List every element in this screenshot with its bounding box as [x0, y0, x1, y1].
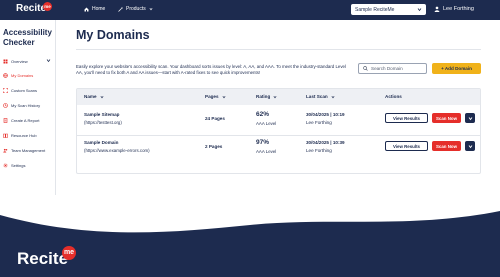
sidebar-item-my-scan-history[interactable]: My Scan History — [3, 101, 55, 109]
column-header-label: Pages — [205, 94, 219, 99]
sidebar-item-label: My Domains — [11, 72, 34, 78]
sidebar: Accessibility Checker Overview My Domain… — [0, 20, 56, 195]
rating-level: AAA Level — [256, 149, 277, 154]
column-header-name[interactable]: Name — [84, 94, 104, 99]
last-scan-user: Lee Forthing — [306, 148, 332, 153]
logo-badge: me — [43, 2, 52, 11]
chevron-down-icon — [331, 95, 335, 98]
chevron-down-icon — [100, 95, 103, 98]
logo-text: Recite — [16, 3, 47, 14]
wand-icon — [118, 6, 123, 12]
domain-name[interactable]: Sample Sitemap — [84, 112, 120, 117]
sidebar-item-create-a-report[interactable]: Create A Report — [3, 116, 55, 124]
page-title: My Domains — [76, 28, 150, 42]
recite-me-logo[interactable]: Recite me — [16, 2, 52, 14]
nav-products[interactable]: Products — [118, 6, 153, 12]
sidebar-item-label: Resource Hub — [11, 132, 37, 138]
main-content: My Domains Easily explore your website's… — [56, 20, 500, 195]
column-header-label: Rating — [256, 94, 271, 99]
chevron-down-icon — [46, 59, 51, 63]
book-icon — [3, 133, 8, 138]
pages-count: 2 Pages — [205, 144, 223, 149]
sidebar-item-my-domains[interactable]: My Domains — [3, 71, 55, 79]
table-row: Sample Domain (https://www.example-error… — [77, 135, 480, 161]
view-results-button[interactable]: View Results — [385, 141, 428, 151]
row-options-button[interactable] — [465, 141, 475, 151]
domains-table: Name Pages Rating Last Scan Actions Samp… — [76, 88, 481, 174]
chevron-down-icon — [468, 144, 472, 148]
column-header-last-scan[interactable]: Last Scan — [306, 94, 335, 99]
sidebar-item-custom-scans[interactable]: Custom Scans — [3, 86, 55, 94]
column-header-pages[interactable]: Pages — [205, 94, 226, 99]
search-placeholder: Search Domain — [371, 66, 403, 71]
chevron-down-icon — [417, 8, 422, 12]
footer-wave-background — [0, 211, 500, 277]
chevron-down-icon — [149, 8, 153, 11]
rating-value: 62% — [256, 111, 270, 118]
scan-now-button[interactable]: Scan Now — [432, 141, 461, 151]
last-scan-date: 30/04/2025 | 10:39 — [306, 140, 345, 145]
sidebar-item-team-management[interactable]: Team Management — [3, 146, 55, 154]
grid-icon — [3, 59, 8, 63]
footer: Recite me — [0, 195, 500, 277]
user-menu[interactable]: Lee Forthing — [434, 6, 474, 12]
search-icon — [363, 66, 368, 71]
domain-url: (https://www.example-errors.com) — [84, 148, 150, 153]
footer-logo-text: Recite — [17, 249, 69, 268]
column-header-actions: Actions — [385, 94, 402, 99]
user-name: Lee Forthing — [443, 6, 474, 12]
sidebar-item-resource-hub[interactable]: Resource Hub — [3, 131, 55, 139]
add-domain-button[interactable]: + Add Domain — [432, 63, 481, 74]
search-domain-input[interactable]: Search Domain — [358, 63, 427, 74]
nav-home-label: Home — [92, 6, 106, 12]
title-divider — [76, 49, 481, 50]
sidebar-item-label: Team Management — [11, 147, 46, 153]
column-header-rating[interactable]: Rating — [256, 94, 277, 99]
chevron-down-icon — [222, 95, 226, 98]
footer-logo: Recite me — [17, 246, 76, 269]
team-icon — [3, 148, 8, 152]
rating-level: AAA Level — [256, 121, 277, 126]
sidebar-item-label: Settings — [11, 162, 26, 168]
column-header-label: Name — [84, 94, 97, 99]
footer-logo-badge: me — [62, 246, 76, 260]
chevron-down-icon — [273, 95, 277, 98]
scan-icon — [3, 87, 8, 93]
column-header-label: Last Scan — [306, 94, 328, 99]
chevron-down-icon — [468, 116, 472, 120]
domain-url: (https://testtest.org) — [84, 120, 122, 125]
history-icon — [3, 102, 8, 108]
user-icon — [434, 6, 440, 12]
site-select[interactable]: Sample ReciteMe — [351, 4, 426, 15]
globe-icon — [3, 72, 8, 78]
nav-home[interactable]: Home — [84, 6, 105, 12]
last-scan-date: 30/04/2025 | 10:19 — [306, 112, 345, 117]
gear-icon — [3, 163, 8, 167]
nav-products-label: Products — [126, 6, 146, 12]
table-header: Name Pages Rating Last Scan Actions — [77, 89, 480, 105]
sidebar-item-settings[interactable]: Settings — [3, 161, 55, 169]
scan-now-button[interactable]: Scan Now — [432, 113, 461, 123]
view-results-button[interactable]: View Results — [385, 113, 428, 123]
sidebar-item-label: Create A Report — [11, 117, 40, 123]
pages-count: 24 Pages — [205, 116, 225, 121]
intro-text: Easily explore your website's accessibil… — [76, 64, 346, 76]
sidebar-item-label: Custom Scans — [11, 87, 38, 93]
report-icon — [3, 117, 8, 123]
sidebar-title: Accessibility Checker — [3, 28, 52, 47]
home-icon — [84, 7, 89, 11]
domain-name[interactable]: Sample Domain — [84, 140, 118, 145]
rating-value: 97% — [256, 139, 270, 146]
sidebar-item-label: Overview — [11, 58, 28, 64]
top-navigation-bar: Recite me Home Products Sample ReciteMe … — [0, 0, 500, 20]
row-options-button[interactable] — [465, 113, 475, 123]
table-row: Sample Sitemap (https://testtest.org) 24… — [77, 109, 480, 135]
last-scan-user: Lee Forthing — [306, 120, 332, 125]
sidebar-item-label: My Scan History — [11, 102, 41, 108]
sidebar-item-overview[interactable]: Overview — [3, 57, 55, 65]
site-select-value: Sample ReciteMe — [355, 6, 395, 13]
